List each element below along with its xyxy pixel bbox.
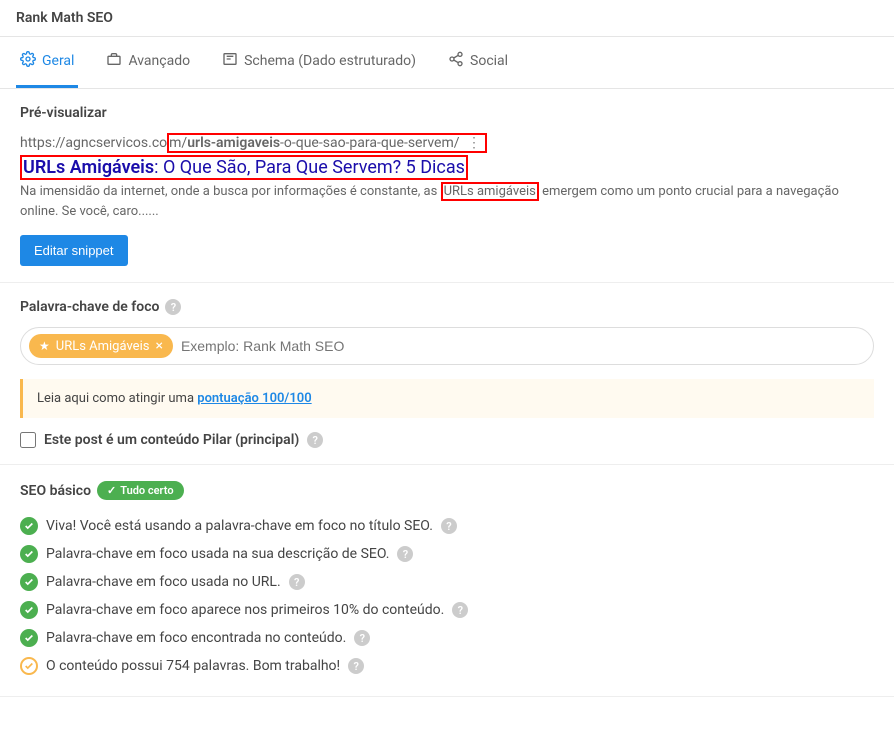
preview-description: Na imensidão da internet, onde a busca p… [20,182,874,221]
more-dots-icon[interactable]: ⋮ [467,135,481,151]
gear-icon [20,51,36,71]
tab-label: Avançado [128,53,190,69]
help-icon[interactable]: ? [165,299,181,315]
tab-label: Social [470,53,508,69]
preview-url-boxed-pre: m/ [169,135,187,151]
pillar-checkbox[interactable] [20,432,36,448]
seo-check-item: Palavra-chave em foco encontrada no cont… [20,624,874,652]
tab-avancado[interactable]: Avançado [102,37,194,88]
help-icon[interactable]: ? [441,518,457,534]
preview-section-title: Pré-visualizar [20,105,874,121]
seo-check-list: Viva! Você está usando a palavra-chave e… [20,512,874,680]
help-icon[interactable]: ? [348,658,364,674]
tab-label: Schema (Dado estruturado) [244,53,416,69]
check-icon [20,629,38,647]
edit-snippet-button[interactable]: Editar snippet [20,235,128,266]
keyword-input-wrap[interactable]: ★ URLs Amigáveis × [20,327,874,365]
help-icon[interactable]: ? [452,602,468,618]
preview-section: Pré-visualizar https://agncservicos.co m… [0,89,894,283]
star-icon: ★ [39,339,50,353]
tab-social[interactable]: Social [444,37,512,88]
panel-title: Rank Math SEO [0,0,894,37]
tab-geral[interactable]: Geral [16,37,78,88]
pillar-checkbox-row[interactable]: Este post é um conteúdo Pilar (principal… [20,432,874,448]
preview-url-slug-bold: urls-amigaveis [187,135,280,151]
score-notice: Leia aqui como atingir uma pontuação 100… [20,379,874,418]
check-icon [20,517,38,535]
seo-check-item: O conteúdo possui 754 palavras. Bom trab… [20,652,874,680]
check-icon [20,545,38,563]
seo-check-item: Palavra-chave em foco aparece nos primei… [20,596,874,624]
preview-desc-pre: Na imensidão da internet, onde a busca p… [20,184,441,199]
help-icon[interactable]: ? [354,630,370,646]
remove-keyword-icon[interactable]: × [155,338,162,354]
help-icon[interactable]: ? [397,546,413,562]
focus-keyword-section: Palavra-chave de foco ? ★ URLs Amigáveis… [0,283,894,465]
seo-basic-title-text: SEO básico [20,483,91,499]
preview-url-prefix: https://agncservicos.co [20,135,167,151]
preview-title-highlighted: URLs Amigáveis [23,157,154,178]
share-icon [448,51,464,71]
seo-basic-title: SEO básico ✓ Tudo certo [20,481,874,500]
preview-title[interactable]: URLs Amigáveis: O Que São, Para Que Serv… [20,157,874,178]
check-text: Palavra-chave em foco usada na sua descr… [46,546,389,562]
preview-url-slug-rest: -o-que-sao-para-que-servem/ [280,135,459,151]
toolbox-icon [106,51,122,71]
check-icon [20,573,38,591]
tabs: Geral Avançado Schema (Dado estruturado)… [0,37,894,89]
score-link[interactable]: pontuação 100/100 [197,391,311,406]
notice-text-pre: Leia aqui como atingir uma [37,391,197,406]
seo-check-item: Palavra-chave em foco usada no URL.? [20,568,874,596]
preview-desc-highlighted: URLs amigáveis [441,182,539,201]
schema-icon [222,51,238,71]
keyword-chip-label: URLs Amigáveis [56,339,150,354]
preview-url: https://agncservicos.co m/urls-amigaveis… [20,133,874,153]
seo-check-item: Palavra-chave em foco usada na sua descr… [20,540,874,568]
check-icon: ✓ [107,484,116,497]
keyword-chip[interactable]: ★ URLs Amigáveis × [29,334,173,358]
help-icon[interactable]: ? [307,432,323,448]
check-text: O conteúdo possui 754 palavras. Bom trab… [46,658,340,674]
focus-keyword-title: Palavra-chave de foco ? [20,299,874,315]
check-text: Palavra-chave em foco aparece nos primei… [46,602,444,618]
help-icon[interactable]: ? [289,574,305,590]
keyword-input[interactable] [181,338,865,354]
check-text: Palavra-chave em foco usada no URL. [46,574,281,590]
pillar-label: Este post é um conteúdo Pilar (principal… [44,432,299,448]
preview-title-rest: : O Que São, Para Que Servem? 5 Dicas [154,157,465,178]
seo-check-item: Viva! Você está usando a palavra-chave e… [20,512,874,540]
tab-schema[interactable]: Schema (Dado estruturado) [218,37,420,88]
badge-label: Tudo certo [120,484,173,497]
seo-basic-section: SEO básico ✓ Tudo certo Viva! Você está … [0,465,894,697]
tab-label: Geral [42,53,74,69]
status-badge: ✓ Tudo certo [97,481,184,500]
check-text: Viva! Você está usando a palavra-chave e… [46,518,433,534]
check-text: Palavra-chave em foco encontrada no cont… [46,630,346,646]
check-icon [20,601,38,619]
warning-icon [20,657,38,675]
focus-keyword-title-text: Palavra-chave de foco [20,299,159,315]
